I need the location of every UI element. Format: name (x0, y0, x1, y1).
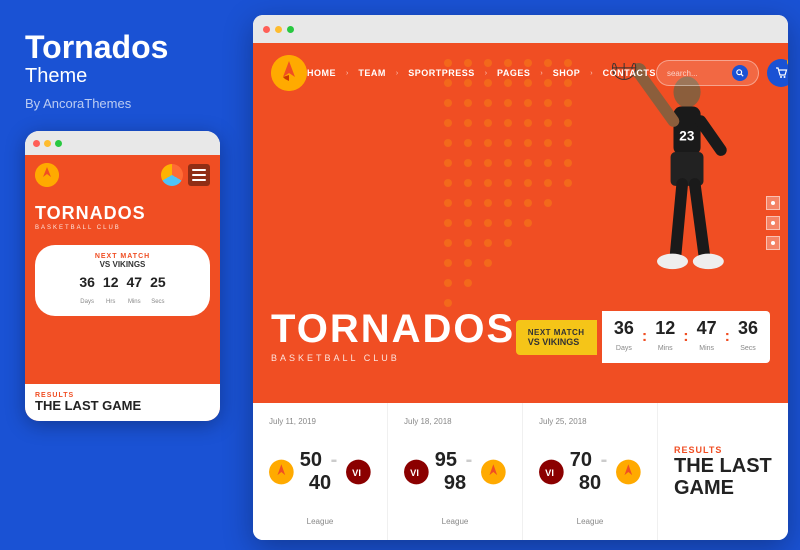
side-nav (766, 196, 780, 250)
desktop-mockup: HOME › TEAM › SPORTPRESS › PAGES › SHOP … (253, 15, 788, 540)
match-teams-3: VI 70 - 80 (539, 432, 641, 511)
match-card-1: July 11, 2019 50 - 40 (253, 403, 388, 540)
dot-red-desktop (263, 26, 270, 33)
match-type-3: League (539, 517, 641, 526)
brand-name: Tornados (25, 30, 220, 65)
svg-text:VI: VI (545, 467, 554, 477)
desktop-nav: HOME › TEAM › SPORTPRESS › PAGES › SHOP … (253, 43, 788, 103)
nav-home[interactable]: HOME (307, 68, 336, 78)
countdown-hours: 12 Hrs (103, 274, 119, 308)
brand-subtitle: Theme (25, 65, 220, 88)
multi-color-icon (161, 164, 183, 186)
next-match-label-box: NEXT MATCH VS VIKINGS (516, 320, 597, 355)
desktop-nav-right: search... (656, 59, 788, 87)
mobile-results: RESULTS THE LAST GAME (25, 384, 220, 421)
team-logo-away-2 (481, 456, 506, 488)
dot-yellow-desktop (275, 26, 282, 33)
match-date-2: July 18, 2018 (404, 417, 506, 426)
mobile-nav-icons (161, 164, 210, 186)
match-type-1: League (269, 517, 371, 526)
score-2: 95 - 98 (429, 449, 482, 495)
match-date-1: July 11, 2019 (269, 417, 371, 426)
desktop-count-hours: 12 Mins (655, 319, 675, 355)
desktop-body: HOME › TEAM › SPORTPRESS › PAGES › SHOP … (253, 43, 788, 540)
mobile-hero-text: TORNADOS BASKETBALL CLUB (25, 195, 220, 239)
search-placeholder: search... (667, 69, 727, 78)
match-teams-1: 50 - 40 VI (269, 432, 371, 511)
team-logo-away-3 (616, 456, 641, 488)
mobile-next-label: NEXT MATCH (45, 253, 200, 260)
nav-contacts[interactable]: CONTACTS (603, 68, 656, 78)
brand-by: By AncoraThemes (25, 96, 220, 111)
nav-shop[interactable]: SHOP (553, 68, 581, 78)
desktop-count-days: 36 Days (614, 319, 634, 355)
search-icon[interactable] (732, 65, 748, 81)
match-teams-2: VI 95 - 98 (404, 432, 506, 511)
mobile-body: TORNADOS BASKETBALL CLUB NEXT MATCH VS V… (25, 155, 220, 421)
svg-text:VI: VI (410, 467, 419, 477)
match-card-2: July 18, 2018 VI 95 - 98 (388, 403, 523, 540)
mobile-header-bar (25, 131, 220, 155)
hero-content: TORNADOS BASKETBALL CLUB (271, 309, 515, 363)
dot-red (33, 140, 40, 147)
nav-sportpress[interactable]: SPORTPRESS (408, 68, 475, 78)
mobile-logo (35, 163, 59, 187)
match-type-2: League (404, 517, 506, 526)
score-3: 70 - 80 (564, 449, 617, 495)
mobile-nav (25, 155, 220, 195)
results-label: RESULTS (674, 445, 772, 455)
team-logo-home-3: VI (539, 456, 564, 488)
mobile-countdown: 36 Days 12 Hrs 47 Mins 25 Secs (45, 274, 200, 308)
hero-section: HOME › TEAM › SPORTPRESS › PAGES › SHOP … (253, 43, 788, 403)
results-card: RESULTS THE LAST GAME (658, 403, 788, 540)
mobile-mockup: TORNADOS BASKETBALL CLUB NEXT MATCH VS V… (25, 131, 220, 421)
side-nav-item-3[interactable] (766, 236, 780, 250)
countdown-bar: 36 Days : 12 Mins : 47 Mins : 36 (602, 311, 770, 363)
team-logo-away-1: VI (346, 456, 371, 488)
search-bar[interactable]: search... (656, 60, 759, 86)
desktop-header-bar (253, 15, 788, 43)
next-match-text: NEXT MATCH (528, 328, 585, 337)
next-match-bar: NEXT MATCH VS VIKINGS : 36 Days : 12 Min… (516, 311, 770, 363)
match-card-3: July 25, 2018 VI 70 - 80 (523, 403, 658, 540)
nav-team[interactable]: TEAM (358, 68, 386, 78)
countdown-mins: 47 Mins (127, 274, 143, 308)
hero-team-name: TORNADOS (271, 309, 515, 349)
dot-yellow (44, 140, 51, 147)
mobile-next-match: NEXT MATCH VS VIKINGS 36 Days 12 Hrs 47 … (35, 245, 210, 316)
logo-circle (271, 55, 307, 91)
desktop-count-secs: 36 Secs (738, 319, 758, 355)
mobile-last-game: THE LAST GAME (35, 399, 210, 413)
score-1: 50 - 40 (294, 449, 347, 495)
desktop-count-mins: 47 Mins (697, 319, 717, 355)
mobile-club: BASKETBALL CLUB (35, 225, 210, 231)
desktop-logo (271, 55, 307, 91)
dot-green-desktop (287, 26, 294, 33)
team-logo-home-1 (269, 456, 294, 488)
results-title: THE LAST GAME (674, 455, 772, 499)
svg-text:VI: VI (352, 467, 361, 477)
vs-text: VS VIKINGS (528, 337, 585, 347)
mobile-vs: VS VIKINGS (45, 260, 200, 269)
desktop-nav-links: HOME › TEAM › SPORTPRESS › PAGES › SHOP … (307, 68, 656, 78)
bottom-section: July 11, 2019 50 - 40 (253, 403, 788, 540)
countdown-secs: 25 Secs (150, 274, 166, 308)
svg-text:23: 23 (679, 128, 695, 143)
nav-pages[interactable]: PAGES (497, 68, 530, 78)
side-nav-item-2[interactable] (766, 216, 780, 230)
mobile-team-name: TORNADOS (35, 203, 210, 224)
side-nav-item-1[interactable] (766, 196, 780, 210)
hamburger-icon[interactable] (188, 164, 210, 186)
cart-icon[interactable]: 0 (767, 59, 788, 87)
dot-green (55, 140, 62, 147)
hero-club-name: BASKETBALL CLUB (271, 353, 515, 363)
left-panel: Tornados Theme By AncoraThemes (0, 0, 245, 550)
team-logo-home-2: VI (404, 456, 429, 488)
match-date-3: July 25, 2018 (539, 417, 641, 426)
countdown-days: 36 Days (79, 274, 95, 308)
